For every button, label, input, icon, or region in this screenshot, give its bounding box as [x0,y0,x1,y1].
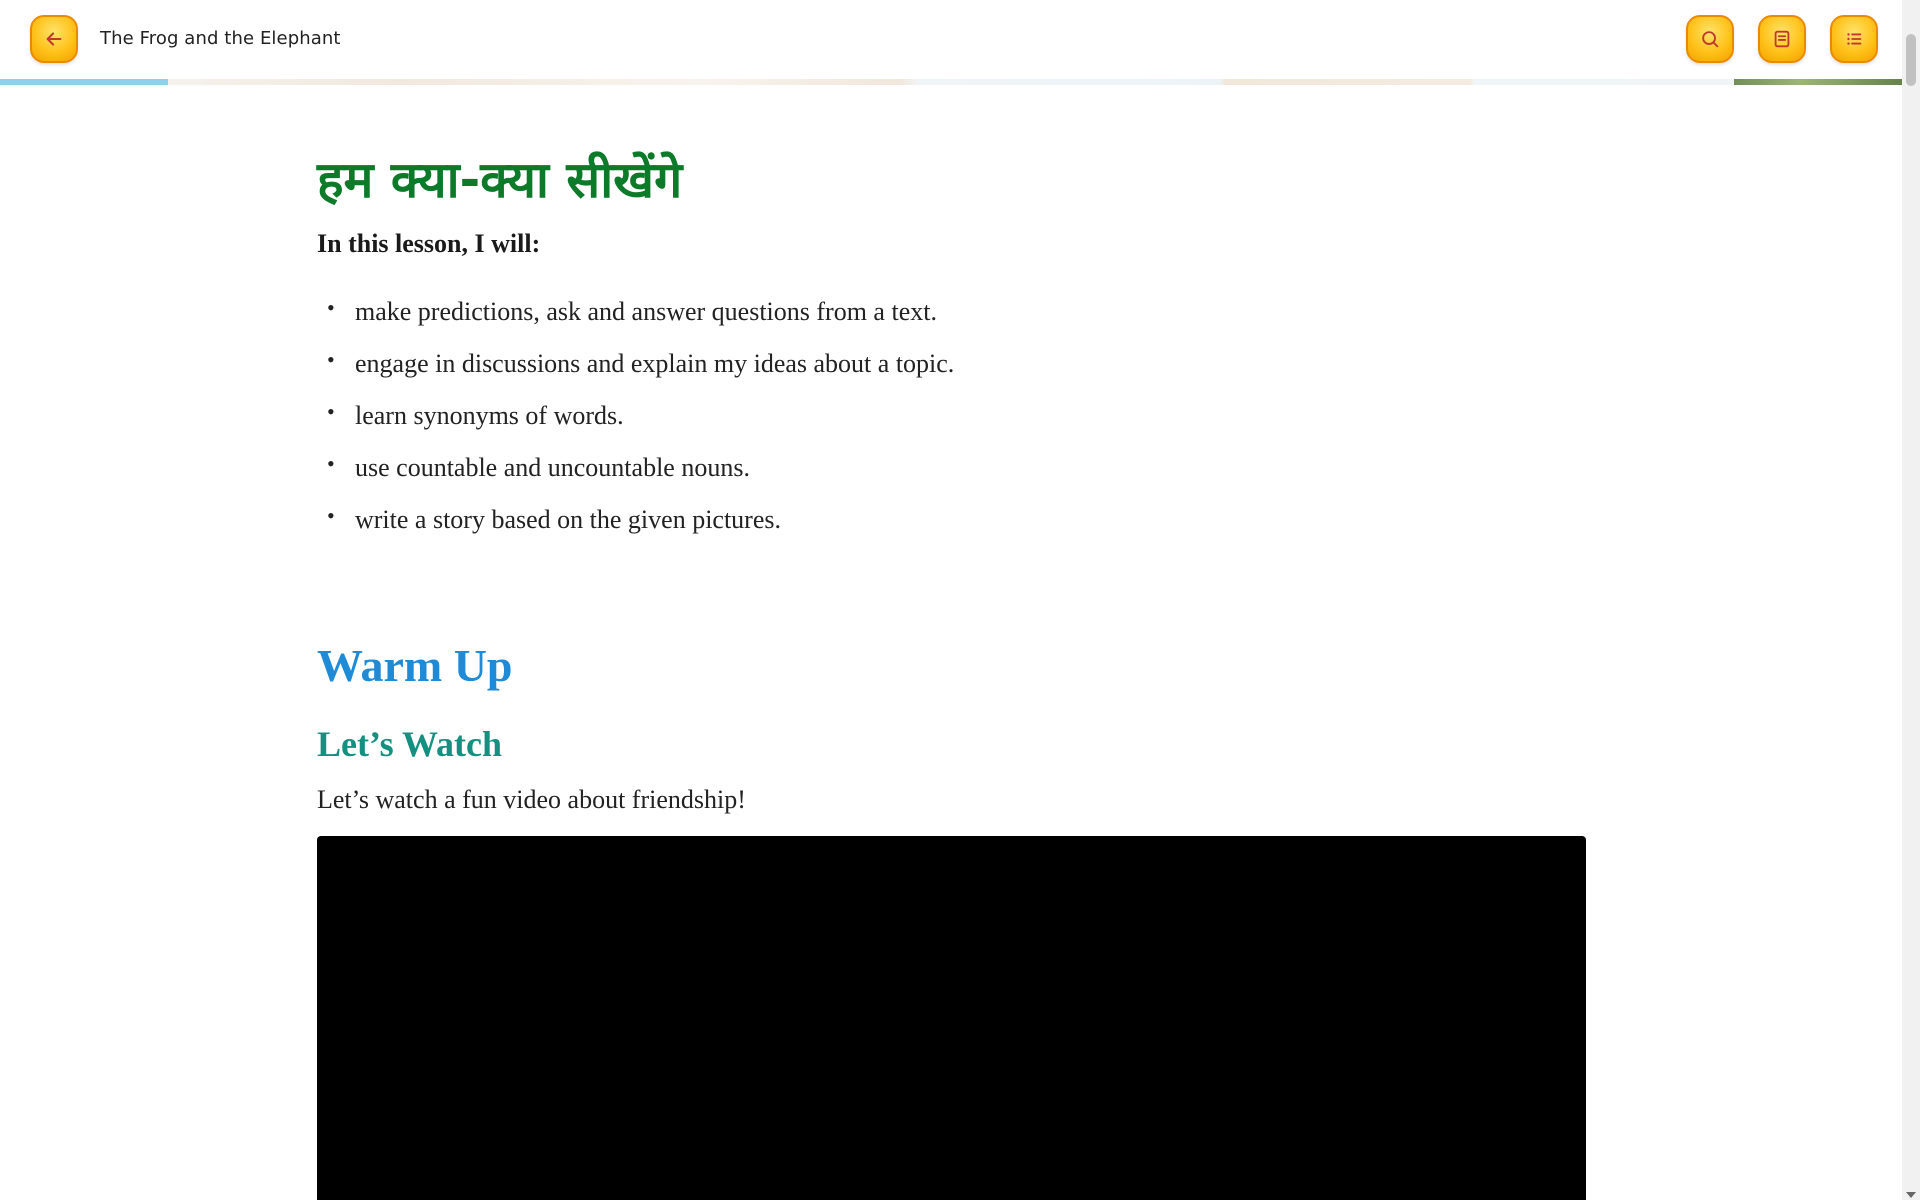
notes-icon [1774,30,1790,48]
objective-text: use countable and uncountable nouns. [355,453,750,482]
page-scrollbar[interactable] [1902,0,1920,1200]
list-item: • make predictions, ask and answer questi… [317,286,1587,338]
bullet-icon: • [327,399,335,424]
contents-menu-button[interactable] [1830,15,1878,63]
back-button[interactable] [30,15,78,63]
top-bar: The Frog and the Elephant [0,0,1902,80]
bullet-icon: • [327,451,335,476]
video-player[interactable] [317,836,1586,1200]
warm-up-heading: Warm Up [317,640,513,691]
bullet-icon: • [327,503,335,528]
scroll-down-arrow-icon[interactable] [1906,1192,1916,1198]
objectives-intro: In this lesson, I will: [317,229,541,258]
notes-button[interactable] [1758,15,1806,63]
list-item: • engage in discussions and explain my id… [317,338,1587,390]
lets-watch-description: Let’s watch a fun video about friendship… [317,785,746,814]
lesson-content: हम क्या-क्या सीखेंगे In this lesson, I w… [317,140,1587,822]
objective-text: make predictions, ask and answer questio… [355,297,937,326]
objective-text: learn synonyms of words. [355,401,624,430]
objective-text: engage in discussions and explain my ide… [355,349,955,378]
header-image-strip [0,79,1902,85]
lets-watch-heading: Let’s Watch [317,724,502,764]
objective-text: write a story based on the given picture… [355,505,781,534]
bullet-icon: • [327,295,335,320]
bullet-icon: • [327,347,335,372]
list-item: • learn synonyms of words. [317,390,1587,442]
list-item: • write a story based on the given pictur… [317,494,1587,546]
objectives-hindi-title: हम क्या-क्या सीखेंगे [317,151,683,209]
arrow-left-icon [46,32,62,46]
objectives-list: • make predictions, ask and answer questi… [317,286,1587,546]
search-icon [1702,31,1719,48]
list-item: • use countable and uncountable nouns. [317,442,1587,494]
list-menu-icon [1847,33,1862,45]
search-button[interactable] [1686,15,1734,63]
page-title: The Frog and the Elephant [100,28,341,49]
scrollbar-thumb[interactable] [1906,34,1916,86]
